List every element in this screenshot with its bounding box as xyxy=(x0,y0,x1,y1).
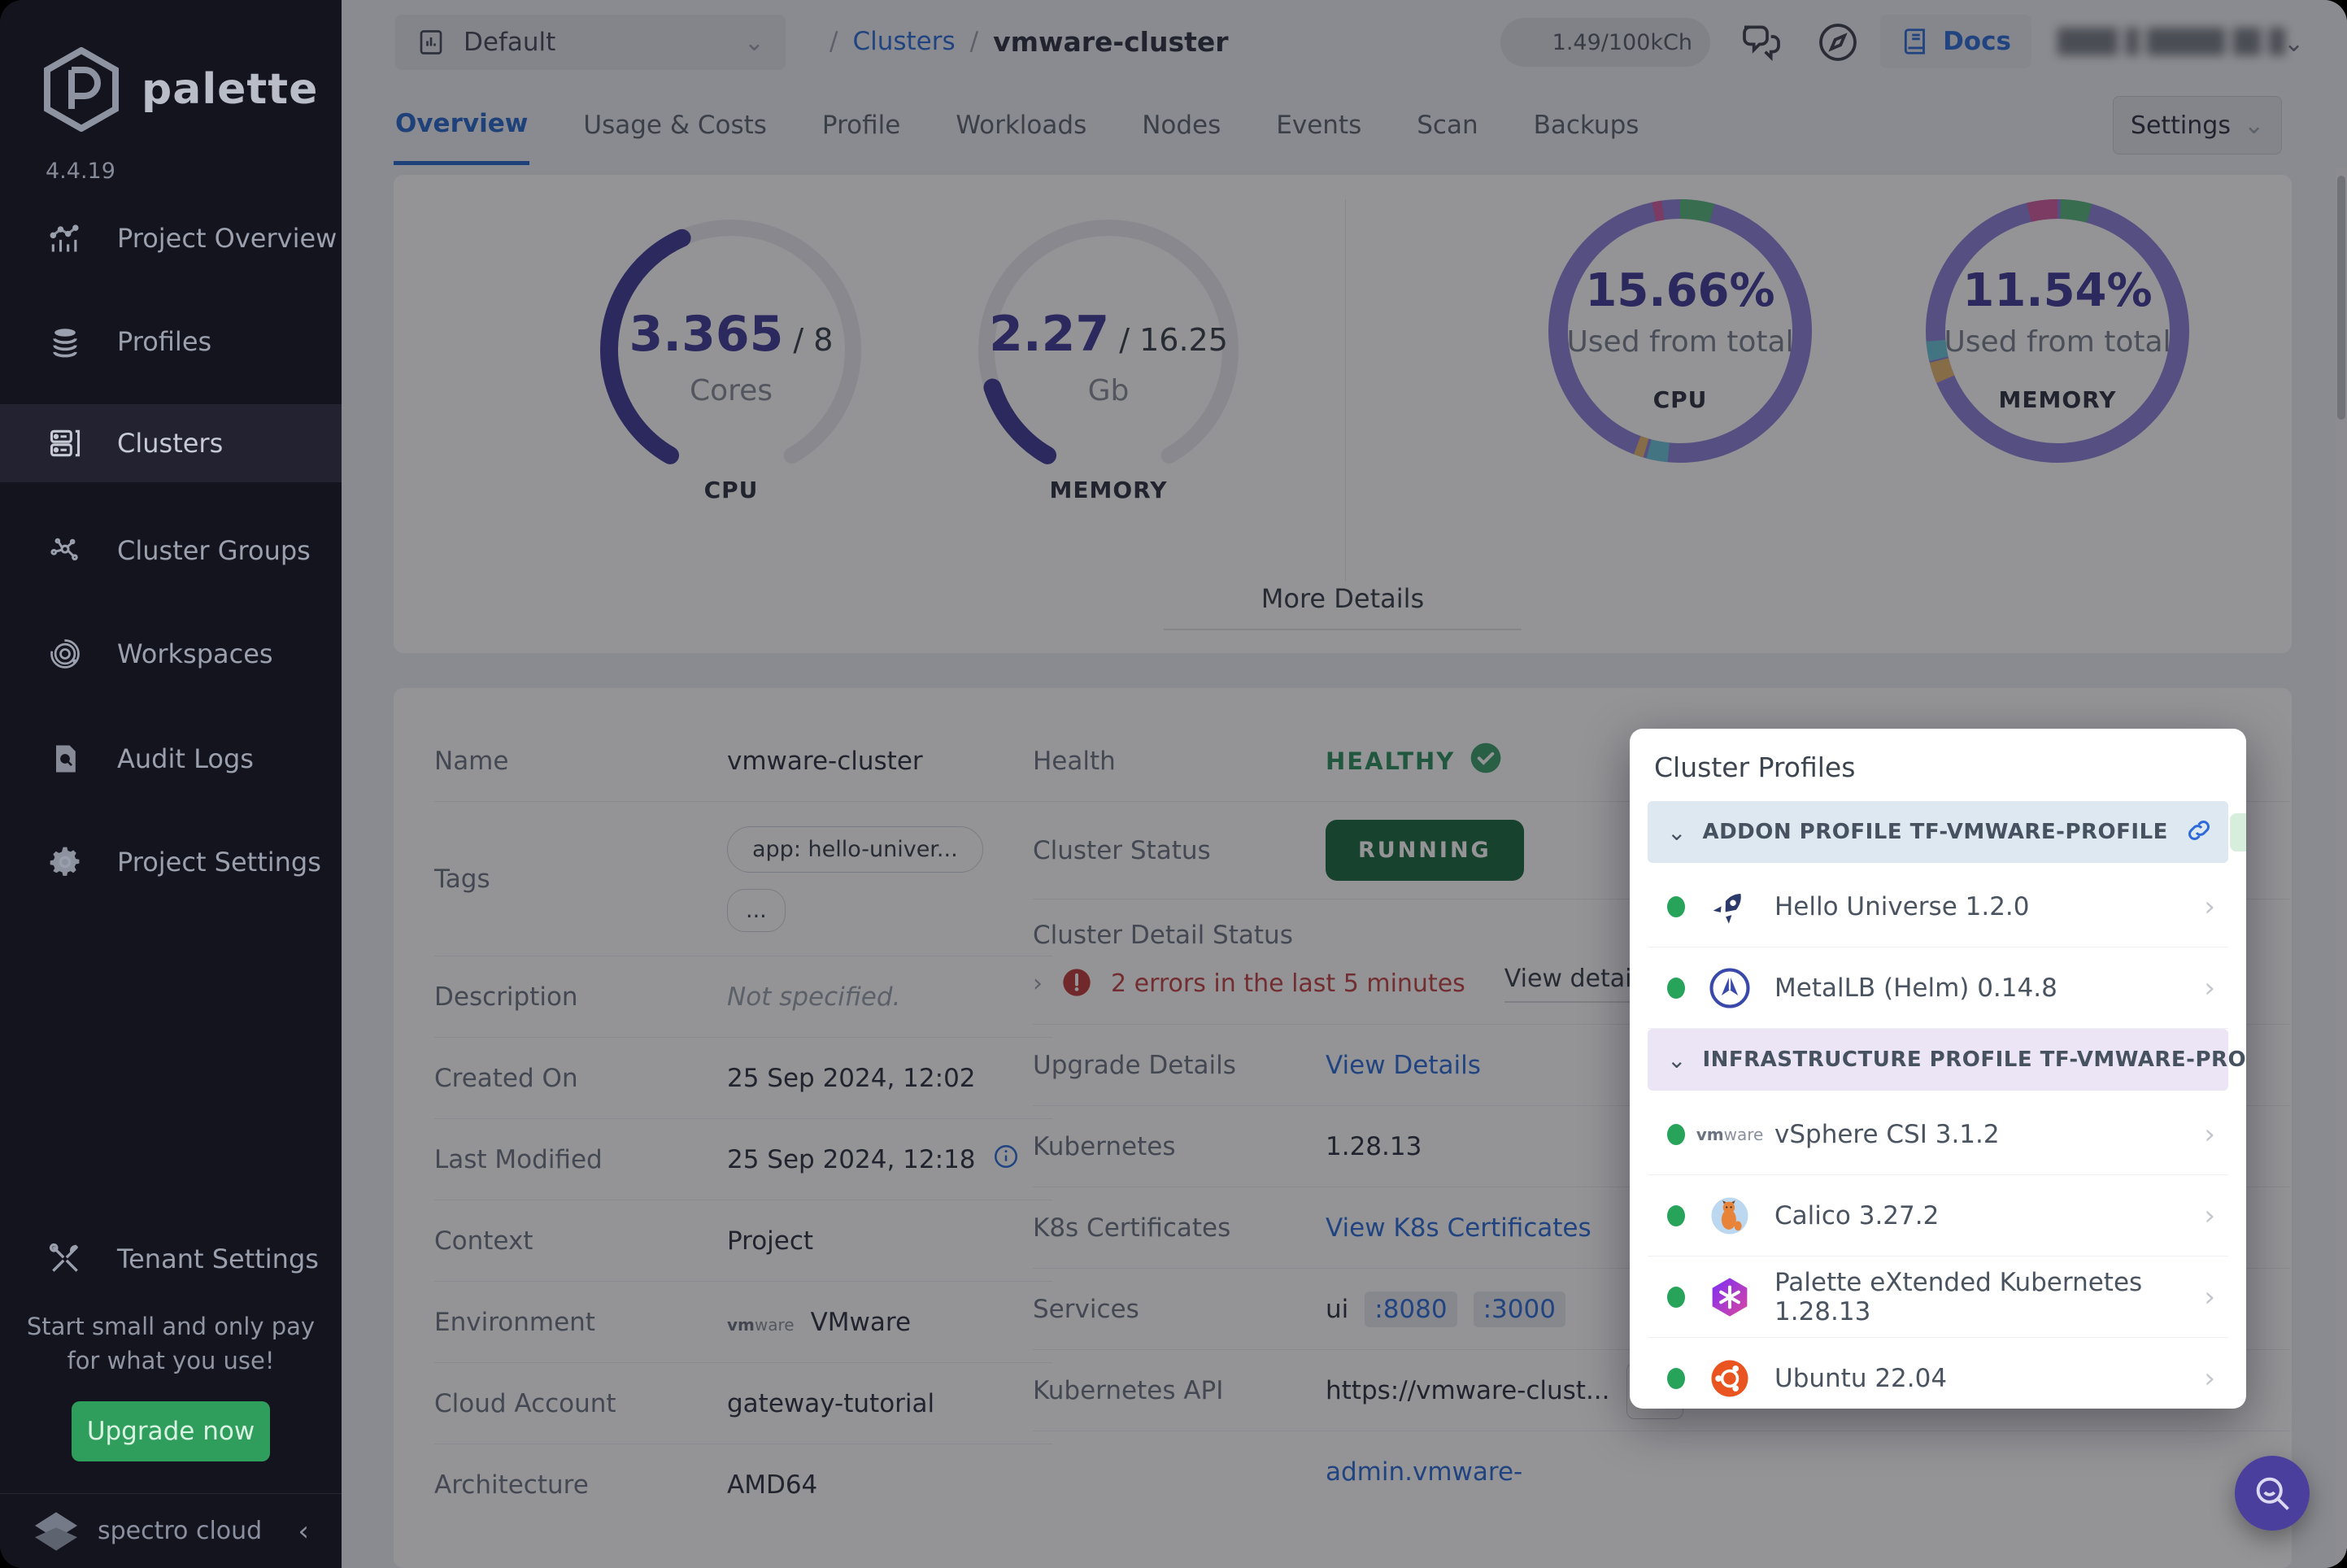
sidebar-item-clusters[interactable]: Clusters xyxy=(0,404,342,482)
status-dot xyxy=(1667,1204,1685,1226)
sidebar-item-label: Profiles xyxy=(117,326,212,357)
tools-icon xyxy=(47,1241,83,1277)
sidebar-item-audit-logs[interactable]: Audit Logs xyxy=(0,720,342,798)
cluster-groups-icon xyxy=(47,533,83,568)
chevron-right-icon: › xyxy=(2204,1199,2215,1232)
cluster-profiles-list: ⌄ADDON PROFILE TF-VMWARE-PROFILEPROJHell… xyxy=(1648,801,2246,1409)
palette-logo-icon xyxy=(44,47,119,132)
app-version: 4.4.19 xyxy=(46,159,115,184)
spectro-cloud-logo xyxy=(35,1511,77,1551)
upgrade-promo: Start small and only pay for what you us… xyxy=(0,1309,342,1378)
audit-logs-icon xyxy=(47,741,83,777)
chevron-down-icon: ⌄ xyxy=(1667,1046,1687,1074)
sidebar-item-tenant-settings[interactable]: Tenant Settings xyxy=(0,1220,342,1298)
sidebar-item-label: Cluster Groups xyxy=(117,535,311,566)
vmware-logo: vmware xyxy=(1696,1124,1764,1144)
sidebar-item-project-settings[interactable]: Project Settings xyxy=(0,823,342,901)
chevron-right-icon: › xyxy=(2204,1361,2215,1395)
cluster-profiles-title: Cluster Profiles xyxy=(1654,751,1856,783)
link-icon xyxy=(2184,816,2214,848)
footer-brand: spectro cloud xyxy=(98,1517,263,1545)
chevron-right-icon: › xyxy=(2204,1280,2215,1313)
profile-layer-row[interactable]: Palette eXtended Kubernetes 1.28.13 › xyxy=(1648,1257,2228,1338)
profile-section-title: ADDON PROFILE TF-VMWARE-PROFILE xyxy=(1702,820,2168,844)
magnifier-icon xyxy=(2256,1477,2289,1510)
cluster-profiles-popup: Cluster Profiles ⌄ ADDON PROFILE TF-VMWAR… xyxy=(1630,729,2246,1409)
profile-layer-name: MetalLB (Helm) 0.14.8 xyxy=(1774,973,2057,1003)
profile-layer-row[interactable]: vmware vSphere CSI 3.1.2 › xyxy=(1648,1094,2228,1175)
clusters-icon xyxy=(47,425,83,461)
sidebar-item-label: Clusters xyxy=(117,428,224,459)
status-dot xyxy=(1667,1286,1685,1308)
palette-k8s-logo xyxy=(1706,1274,1753,1321)
brand-logo: palette xyxy=(42,47,318,132)
metallb-logo xyxy=(1706,965,1753,1012)
sidebar-item-label: Workspaces xyxy=(117,638,273,669)
profile-section-title: INFRASTRUCTURE PROFILE TF-VMWARE-PROFILE xyxy=(1702,1048,2246,1072)
sidebar-item-cluster-groups[interactable]: Cluster Groups xyxy=(0,512,342,590)
profile-layer-name: Hello Universe 1.2.0 xyxy=(1774,891,2030,921)
workspaces-icon xyxy=(47,636,83,672)
main-area: Default ⌄ / Clusters / vmware-cluster 1.… xyxy=(342,0,2347,1568)
status-dot xyxy=(1667,977,1685,999)
chevron-down-icon: ⌄ xyxy=(1667,818,1687,846)
status-dot xyxy=(1667,1123,1685,1145)
status-dot xyxy=(1667,1367,1685,1389)
project-overview-icon xyxy=(47,220,83,256)
chevron-right-icon: › xyxy=(2204,971,2215,1004)
sidebar-footer: spectro cloud ‹ xyxy=(0,1493,342,1568)
profiles-icon xyxy=(47,324,83,359)
sidebar-item-label: Project Settings xyxy=(117,847,321,878)
promo-line1: Start small and only pay xyxy=(26,1313,316,1340)
sidebar-item-workspaces[interactable]: Workspaces xyxy=(0,615,342,693)
profile-layer-name: Ubuntu 22.04 xyxy=(1774,1363,1948,1393)
sidebar: palette 4.4.19 Project Overview Profiles C… xyxy=(0,0,342,1568)
hello-universe-logo xyxy=(1706,883,1753,930)
upgrade-now-button[interactable]: Upgrade now xyxy=(72,1401,270,1461)
calico-logo xyxy=(1706,1192,1753,1239)
ubuntu-logo xyxy=(1706,1355,1753,1402)
profile-section-header[interactable]: ⌄ INFRASTRUCTURE PROFILE TF-VMWARE-PROFIL… xyxy=(1648,1029,2246,1091)
brand-name: palette xyxy=(142,65,319,114)
collapse-sidebar-icon[interactable]: ‹ xyxy=(298,1515,309,1548)
gear-icon xyxy=(47,844,83,880)
sidebar-item-label: Project Overview xyxy=(117,223,337,254)
help-search-fab[interactable] xyxy=(2235,1456,2310,1531)
chevron-right-icon: › xyxy=(2204,1117,2215,1151)
sidebar-item-project-overview[interactable]: Project Overview xyxy=(0,199,342,277)
sidebar-item-label: Audit Logs xyxy=(117,743,254,774)
scope-badge: PROJ xyxy=(2229,812,2246,852)
profile-layer-name: Palette eXtended Kubernetes 1.28.13 xyxy=(1774,1267,2143,1326)
sidebar-item-label: Tenant Settings xyxy=(117,1244,319,1274)
chevron-right-icon: › xyxy=(2204,890,2215,923)
sidebar-item-profiles[interactable]: Profiles xyxy=(0,303,342,381)
profile-layer-name: vSphere CSI 3.1.2 xyxy=(1774,1119,2000,1149)
app-window: palette 4.4.19 Project Overview Profiles C… xyxy=(0,0,2347,1568)
profile-layer-row[interactable]: Ubuntu 22.04 › xyxy=(1648,1338,2228,1409)
profile-layer-name: Calico 3.27.2 xyxy=(1774,1200,1940,1230)
profile-layer-row[interactable]: Hello Universe 1.2.0 › xyxy=(1648,866,2228,947)
status-dot xyxy=(1667,895,1685,917)
profile-layer-row[interactable]: MetalLB (Helm) 0.14.8 › xyxy=(1648,947,2228,1029)
promo-line2: for what you use! xyxy=(67,1347,275,1375)
profile-section-header[interactable]: ⌄ ADDON PROFILE TF-VMWARE-PROFILE PROJ xyxy=(1648,801,2246,863)
profile-layer-row[interactable]: Calico 3.27.2 › xyxy=(1648,1175,2228,1257)
